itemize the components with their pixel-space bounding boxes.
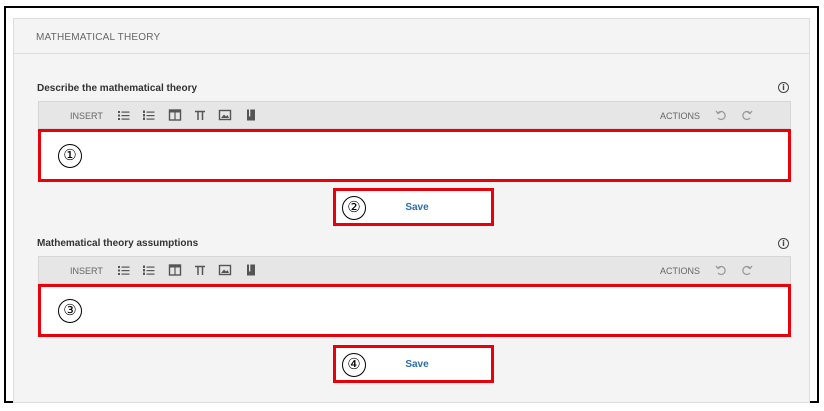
annotation-marker-1: ① (58, 144, 82, 168)
numbered-list-icon[interactable] (142, 263, 156, 277)
undo-icon[interactable] (714, 263, 728, 277)
bulleted-list-icon[interactable] (117, 108, 131, 122)
redo-icon[interactable] (740, 108, 754, 122)
info-icon[interactable]: i (778, 238, 789, 249)
annotation-marker-4: ④ (342, 353, 366, 377)
numbered-list-icon[interactable] (142, 108, 156, 122)
save-button[interactable]: Save (390, 199, 444, 217)
image-icon[interactable] (218, 108, 232, 122)
redo-icon[interactable] (740, 263, 754, 277)
mathematical-theory-panel: MATHEMATICAL THEORY Describe the mathema… (13, 18, 810, 403)
pi-icon[interactable] (193, 263, 207, 277)
actions-label: ACTIONS (660, 111, 701, 121)
annotation-marker-2: ② (342, 196, 366, 220)
bulleted-list-icon[interactable] (117, 263, 131, 277)
insert-label: INSERT (70, 111, 103, 121)
screenshot-frame: MATHEMATICAL THEORY Describe the mathema… (4, 6, 819, 403)
info-icon[interactable]: i (778, 82, 789, 93)
panel-header: MATHEMATICAL THEORY (14, 19, 809, 54)
undo-icon[interactable] (714, 108, 728, 122)
image-icon[interactable] (218, 263, 232, 277)
annotation-marker-3: ③ (58, 299, 82, 323)
bookmark-icon[interactable] (244, 108, 258, 122)
insert-label: INSERT (70, 266, 103, 276)
save-highlight-1: ② Save (333, 188, 494, 226)
describe-theory-label: Describe the mathematical theory (37, 83, 198, 94)
theory-assumptions-editor[interactable]: ③ (38, 284, 791, 337)
theory-description-editor[interactable]: ① (38, 129, 791, 182)
table-icon[interactable] (168, 263, 182, 277)
theory-assumptions-label: Mathematical theory assumptions (37, 238, 199, 249)
bookmark-icon[interactable] (244, 263, 258, 277)
save-button[interactable]: Save (390, 356, 444, 374)
table-icon[interactable] (168, 108, 182, 122)
actions-label: ACTIONS (660, 266, 701, 276)
pi-icon[interactable] (193, 108, 207, 122)
save-highlight-2: ④ Save (333, 345, 494, 383)
editor-toolbar-1: INSERT ACTIONS (38, 101, 791, 129)
editor-toolbar-2: INSERT ACTIONS (38, 256, 791, 284)
panel-title: MATHEMATICAL THEORY (36, 32, 161, 43)
